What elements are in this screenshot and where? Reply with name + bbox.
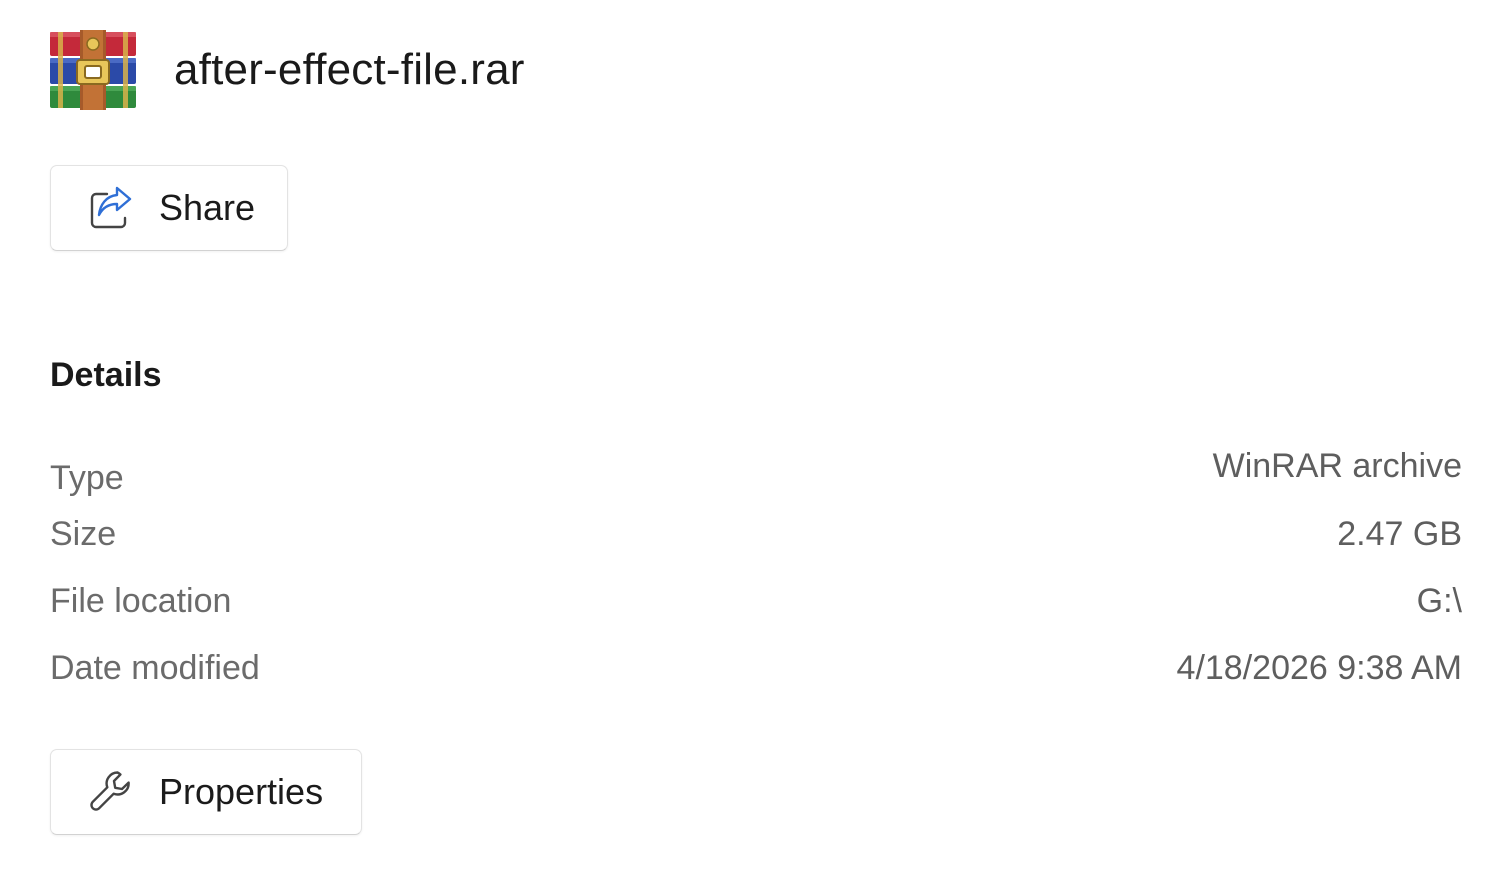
detail-value: WinRAR archive xyxy=(1212,447,1462,485)
detail-label: Size xyxy=(50,515,117,553)
properties-button[interactable]: Properties xyxy=(50,749,362,835)
detail-row-date-modified: Date modified 4/18/2026 9:38 AM xyxy=(50,642,1462,692)
detail-row-size: Size 2.47 GB xyxy=(50,508,1462,558)
detail-value: G:\ xyxy=(1416,582,1462,620)
file-name: after-effect-file.rar xyxy=(174,45,525,94)
file-details-pane: after-effect-file.rar Share Details Type… xyxy=(0,0,1510,888)
winrar-archive-icon xyxy=(50,30,136,110)
file-header: after-effect-file.rar xyxy=(50,30,525,110)
share-button-label: Share xyxy=(159,187,256,228)
detail-label: Date modified xyxy=(50,649,260,687)
detail-label: Type xyxy=(50,459,124,497)
detail-label: File location xyxy=(50,582,232,620)
share-button[interactable]: Share xyxy=(50,165,288,251)
detail-row-type: Type WinRAR archive xyxy=(50,440,1462,497)
details-heading: Details xyxy=(50,356,162,394)
properties-button-label: Properties xyxy=(159,771,324,812)
detail-row-file-location: File location G:\ xyxy=(50,575,1462,625)
detail-value: 2.47 GB xyxy=(1337,515,1462,553)
share-icon xyxy=(90,186,132,229)
wrench-icon xyxy=(90,771,130,811)
detail-value: 4/18/2026 9:38 AM xyxy=(1176,649,1462,687)
